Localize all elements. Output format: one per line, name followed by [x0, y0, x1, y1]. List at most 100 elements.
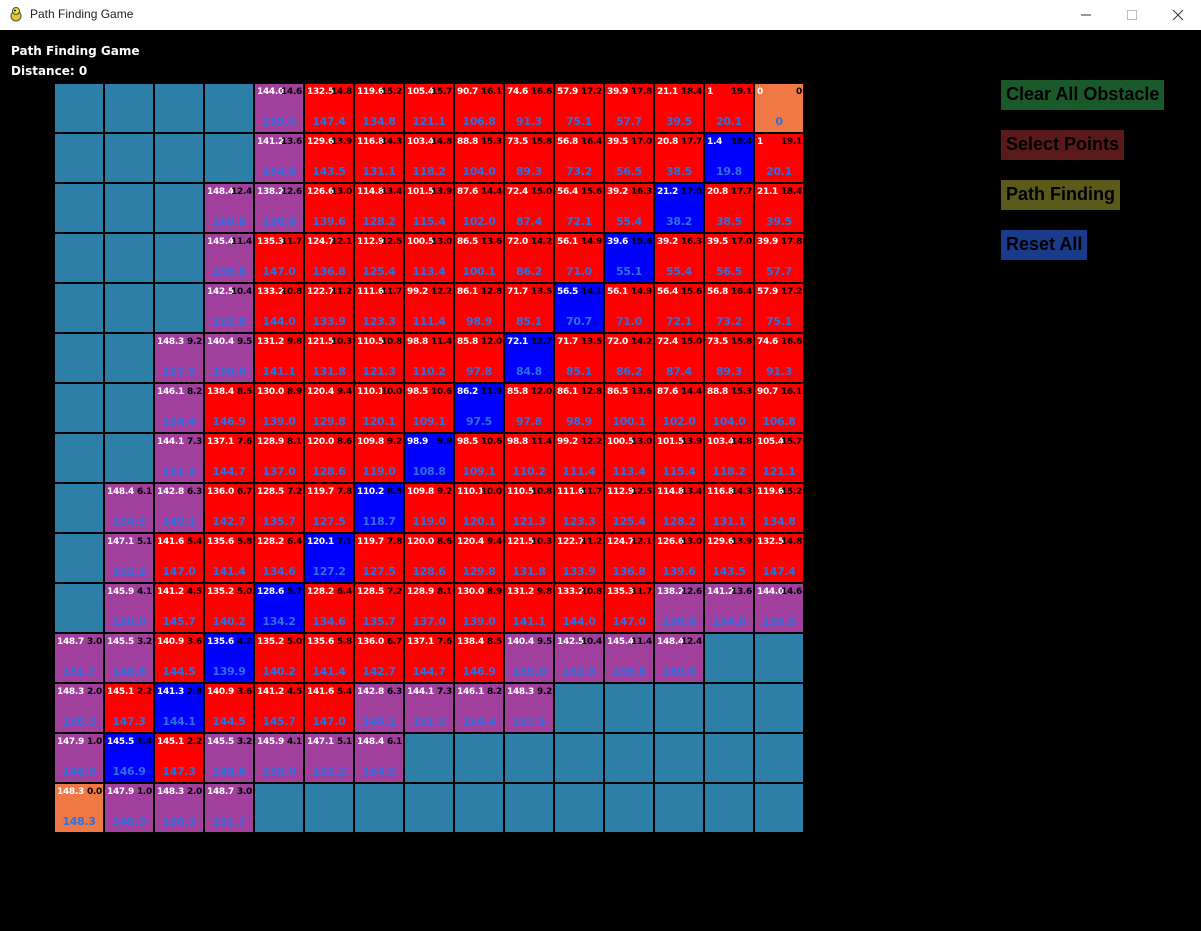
- grid-cell-path-cell[interactable]: 141.3 2.8 144.1: [155, 684, 203, 732]
- grid-cell-visited-cell[interactable]: 135.3 11.7 147.0: [255, 234, 303, 282]
- grid-cell-frontier-cell[interactable]: 148.4 12.4 160.8: [655, 634, 703, 682]
- grid-cell-unvisited-cell[interactable]: [755, 734, 803, 782]
- grid-cell-path-cell[interactable]: 39.6 15.6 55.1: [605, 234, 653, 282]
- grid-cell-visited-cell[interactable]: 105.4 15.7 121.1: [755, 434, 803, 482]
- grid-cell-visited-cell[interactable]: 87.6 14.4 102.0: [655, 384, 703, 432]
- grid-cell-frontier-cell[interactable]: 145.4 11.4 156.8: [205, 234, 253, 282]
- grid-cell-visited-cell[interactable]: 133.2 10.8 144.0: [255, 284, 303, 332]
- grid-cell-visited-cell[interactable]: 87.6 14.4 102.0: [455, 184, 503, 232]
- grid-cell-unvisited-cell[interactable]: [505, 784, 553, 832]
- grid-cell-path-cell[interactable]: 135.6 4.2 139.9: [205, 634, 253, 682]
- grid-cell-frontier-cell[interactable]: 147.1 5.1 152.2: [305, 734, 353, 782]
- grid-cell-visited-cell[interactable]: 129.6 13.9 143.5: [705, 534, 753, 582]
- grid-cell-unvisited-cell[interactable]: [105, 184, 153, 232]
- grid-cell-frontier-cell[interactable]: 146.1 8.2 154.4: [155, 384, 203, 432]
- grid-cell-visited-cell[interactable]: 145.1 2.2 147.3: [105, 684, 153, 732]
- grid-cell-visited-cell[interactable]: 112.9 12.5 125.4: [355, 234, 403, 282]
- grid-cell-frontier-cell[interactable]: 144.0 14.6 159.5: [255, 84, 303, 132]
- select-points-button[interactable]: Select Points: [1001, 130, 1125, 160]
- grid-cell-unvisited-cell[interactable]: [705, 734, 753, 782]
- grid-cell-visited-cell[interactable]: 98.5 10.6 109.1: [405, 384, 453, 432]
- grid-cell-path-cell[interactable]: 128.6 5.7 134.2: [255, 584, 303, 632]
- grid-cell-visited-cell[interactable]: 85.8 12.0 97.8: [505, 384, 553, 432]
- grid-cell-unvisited-cell[interactable]: [655, 734, 703, 782]
- grid-cell-visited-cell[interactable]: 114.8 13.4 128.2: [355, 184, 403, 232]
- grid-cell-visited-cell[interactable]: 137.1 7.6 144.7: [205, 434, 253, 482]
- grid-cell-visited-cell[interactable]: 133.2 10.8 144.0: [555, 584, 603, 632]
- grid-cell-visited-cell[interactable]: 130.0 8.9 139.0: [255, 384, 303, 432]
- grid-cell-visited-cell[interactable]: 112.9 12.5 125.4: [605, 484, 653, 532]
- grid-cell-visited-cell[interactable]: 73.5 15.8 89.3: [505, 134, 553, 182]
- grid-cell-visited-cell[interactable]: 109.8 9.2 119.0: [405, 484, 453, 532]
- grid-cell-visited-cell[interactable]: 124.7 12.1 136.8: [605, 534, 653, 582]
- grid-cell-visited-cell[interactable]: 20.8 17.7 38.5: [655, 134, 703, 182]
- grid-cell-unvisited-cell[interactable]: [155, 234, 203, 282]
- grid-cell-visited-cell[interactable]: 98.8 11.4 110.2: [505, 434, 553, 482]
- grid-cell-visited-cell[interactable]: 141.6 5.4 147.0: [155, 534, 203, 582]
- grid-cell-visited-cell[interactable]: 1 19.1 20.1: [755, 134, 803, 182]
- grid-cell-unvisited-cell[interactable]: [405, 784, 453, 832]
- grid-cell-visited-cell[interactable]: 88.8 15.3 104.0: [455, 134, 503, 182]
- grid-cell-unvisited-cell[interactable]: [105, 334, 153, 382]
- grid-cell-visited-cell[interactable]: 119.7 7.8 127.5: [305, 484, 353, 532]
- grid-cell-frontier-cell[interactable]: 140.4 9.5 150.0: [205, 334, 253, 382]
- grid-cell-frontier-cell[interactable]: 141.2 13.6 154.8: [705, 584, 753, 632]
- grid-cell-unvisited-cell[interactable]: [55, 534, 103, 582]
- grid-cell-unvisited-cell[interactable]: [755, 784, 803, 832]
- grid-cell-frontier-cell[interactable]: 148.3 2.0 150.3: [155, 784, 203, 832]
- grid-cell-frontier-cell[interactable]: 148.7 3.0 151.7: [55, 634, 103, 682]
- grid-cell-visited-cell[interactable]: 132.5 14.8 147.4: [305, 84, 353, 132]
- grid-cell-visited-cell[interactable]: 72.0 14.2 86.2: [605, 334, 653, 382]
- grid-cell-visited-cell[interactable]: 74.6 16.6 91.3: [755, 334, 803, 382]
- grid-cell-path-cell[interactable]: 1.4 18.4 19.8: [705, 134, 753, 182]
- grid-cell-visited-cell[interactable]: 131.2 9.8 141.1: [255, 334, 303, 382]
- grid-cell-visited-cell[interactable]: 126.6 13.0 139.6: [655, 534, 703, 582]
- grid-cell-visited-cell[interactable]: 56.4 15.6 72.1: [555, 184, 603, 232]
- grid-cell-visited-cell[interactable]: 90.7 16.1 106.8: [455, 84, 503, 132]
- grid-cell-visited-cell[interactable]: 131.2 9.8 141.1: [505, 584, 553, 632]
- grid-cell-frontier-cell[interactable]: 142.8 6.3 149.1: [155, 484, 203, 532]
- grid-cell-frontier-cell[interactable]: 145.5 3.2 148.6: [105, 634, 153, 682]
- grid-cell-visited-cell[interactable]: 140.9 3.6 144.5: [155, 634, 203, 682]
- grid-cell-unvisited-cell[interactable]: [405, 734, 453, 782]
- grid-cell-frontier-cell[interactable]: 148.3 9.2 157.5: [505, 684, 553, 732]
- grid-cell-visited-cell[interactable]: 135.6 5.8 141.4: [205, 534, 253, 582]
- path-grid[interactable]: 144.0 14.6 159.5 132.5 14.8 147.4 119.6 15.2 134…: [54, 83, 806, 835]
- grid-cell-frontier-cell[interactable]: 144.1 7.3 151.3: [155, 434, 203, 482]
- grid-cell-frontier-cell[interactable]: 145.9 4.1 150.0: [255, 734, 303, 782]
- grid-cell-visited-cell[interactable]: 56.1 14.9 71.0: [555, 234, 603, 282]
- grid-cell-visited-cell[interactable]: 141.2 4.5 145.7: [155, 584, 203, 632]
- grid-cell-visited-cell[interactable]: 145.1 2.2 147.3: [155, 734, 203, 782]
- grid-cell-visited-cell[interactable]: 98.5 10.6 109.1: [455, 434, 503, 482]
- grid-cell-visited-cell[interactable]: 39.9 17.8 57.7: [605, 84, 653, 132]
- grid-cell-visited-cell[interactable]: 110.5 10.8 121.3: [355, 334, 403, 382]
- grid-cell-visited-cell[interactable]: 86.1 12.8 98.9: [455, 284, 503, 332]
- grid-cell-visited-cell[interactable]: 110.1 10.0 120.1: [355, 384, 403, 432]
- grid-cell-path-cell[interactable]: 110.2 8.5 118.7: [355, 484, 403, 532]
- grid-cell-unvisited-cell[interactable]: [205, 134, 253, 182]
- grid-cell-visited-cell[interactable]: 116.8 14.3 131.1: [355, 134, 403, 182]
- grid-cell-unvisited-cell[interactable]: [705, 634, 753, 682]
- grid-cell-visited-cell[interactable]: 119.6 15.2 134.8: [355, 84, 403, 132]
- grid-cell-visited-cell[interactable]: 111.6 11.7 123.3: [355, 284, 403, 332]
- grid-cell-unvisited-cell[interactable]: [105, 84, 153, 132]
- grid-cell-visited-cell[interactable]: 56.8 16.4 73.2: [705, 284, 753, 332]
- grid-cell-path-cell[interactable]: 56.5 14.1 70.7: [555, 284, 603, 332]
- grid-cell-visited-cell[interactable]: 116.8 14.3 131.1: [705, 484, 753, 532]
- grid-cell-frontier-cell[interactable]: 148.3 2.0 150.3: [55, 684, 103, 732]
- grid-cell-unvisited-cell[interactable]: [655, 684, 703, 732]
- grid-cell-unvisited-cell[interactable]: [205, 84, 253, 132]
- maximize-button[interactable]: [1109, 0, 1155, 30]
- grid-cell-frontier-cell[interactable]: 148.4 6.1 154.5: [105, 484, 153, 532]
- grid-cell-visited-cell[interactable]: 103.4 14.8 118.2: [405, 134, 453, 182]
- grid-cell-unvisited-cell[interactable]: [105, 384, 153, 432]
- grid-cell-visited-cell[interactable]: 136.0 6.7 142.7: [355, 634, 403, 682]
- grid-cell-visited-cell[interactable]: 21.1 18.4 39.5: [655, 84, 703, 132]
- grid-cell-visited-cell[interactable]: 120.0 8.6 128.6: [305, 434, 353, 482]
- grid-cell-visited-cell[interactable]: 120.0 8.6 128.6: [405, 534, 453, 582]
- grid-cell-visited-cell[interactable]: 39.9 17.8 57.7: [755, 234, 803, 282]
- grid-cell-unvisited-cell[interactable]: [355, 784, 403, 832]
- grid-cell-visited-cell[interactable]: 110.5 10.8 121.3: [505, 484, 553, 532]
- grid-cell-visited-cell[interactable]: 128.5 7.2 135.7: [255, 484, 303, 532]
- grid-cell-frontier-cell[interactable]: 144.0 14.6 159.5: [755, 584, 803, 632]
